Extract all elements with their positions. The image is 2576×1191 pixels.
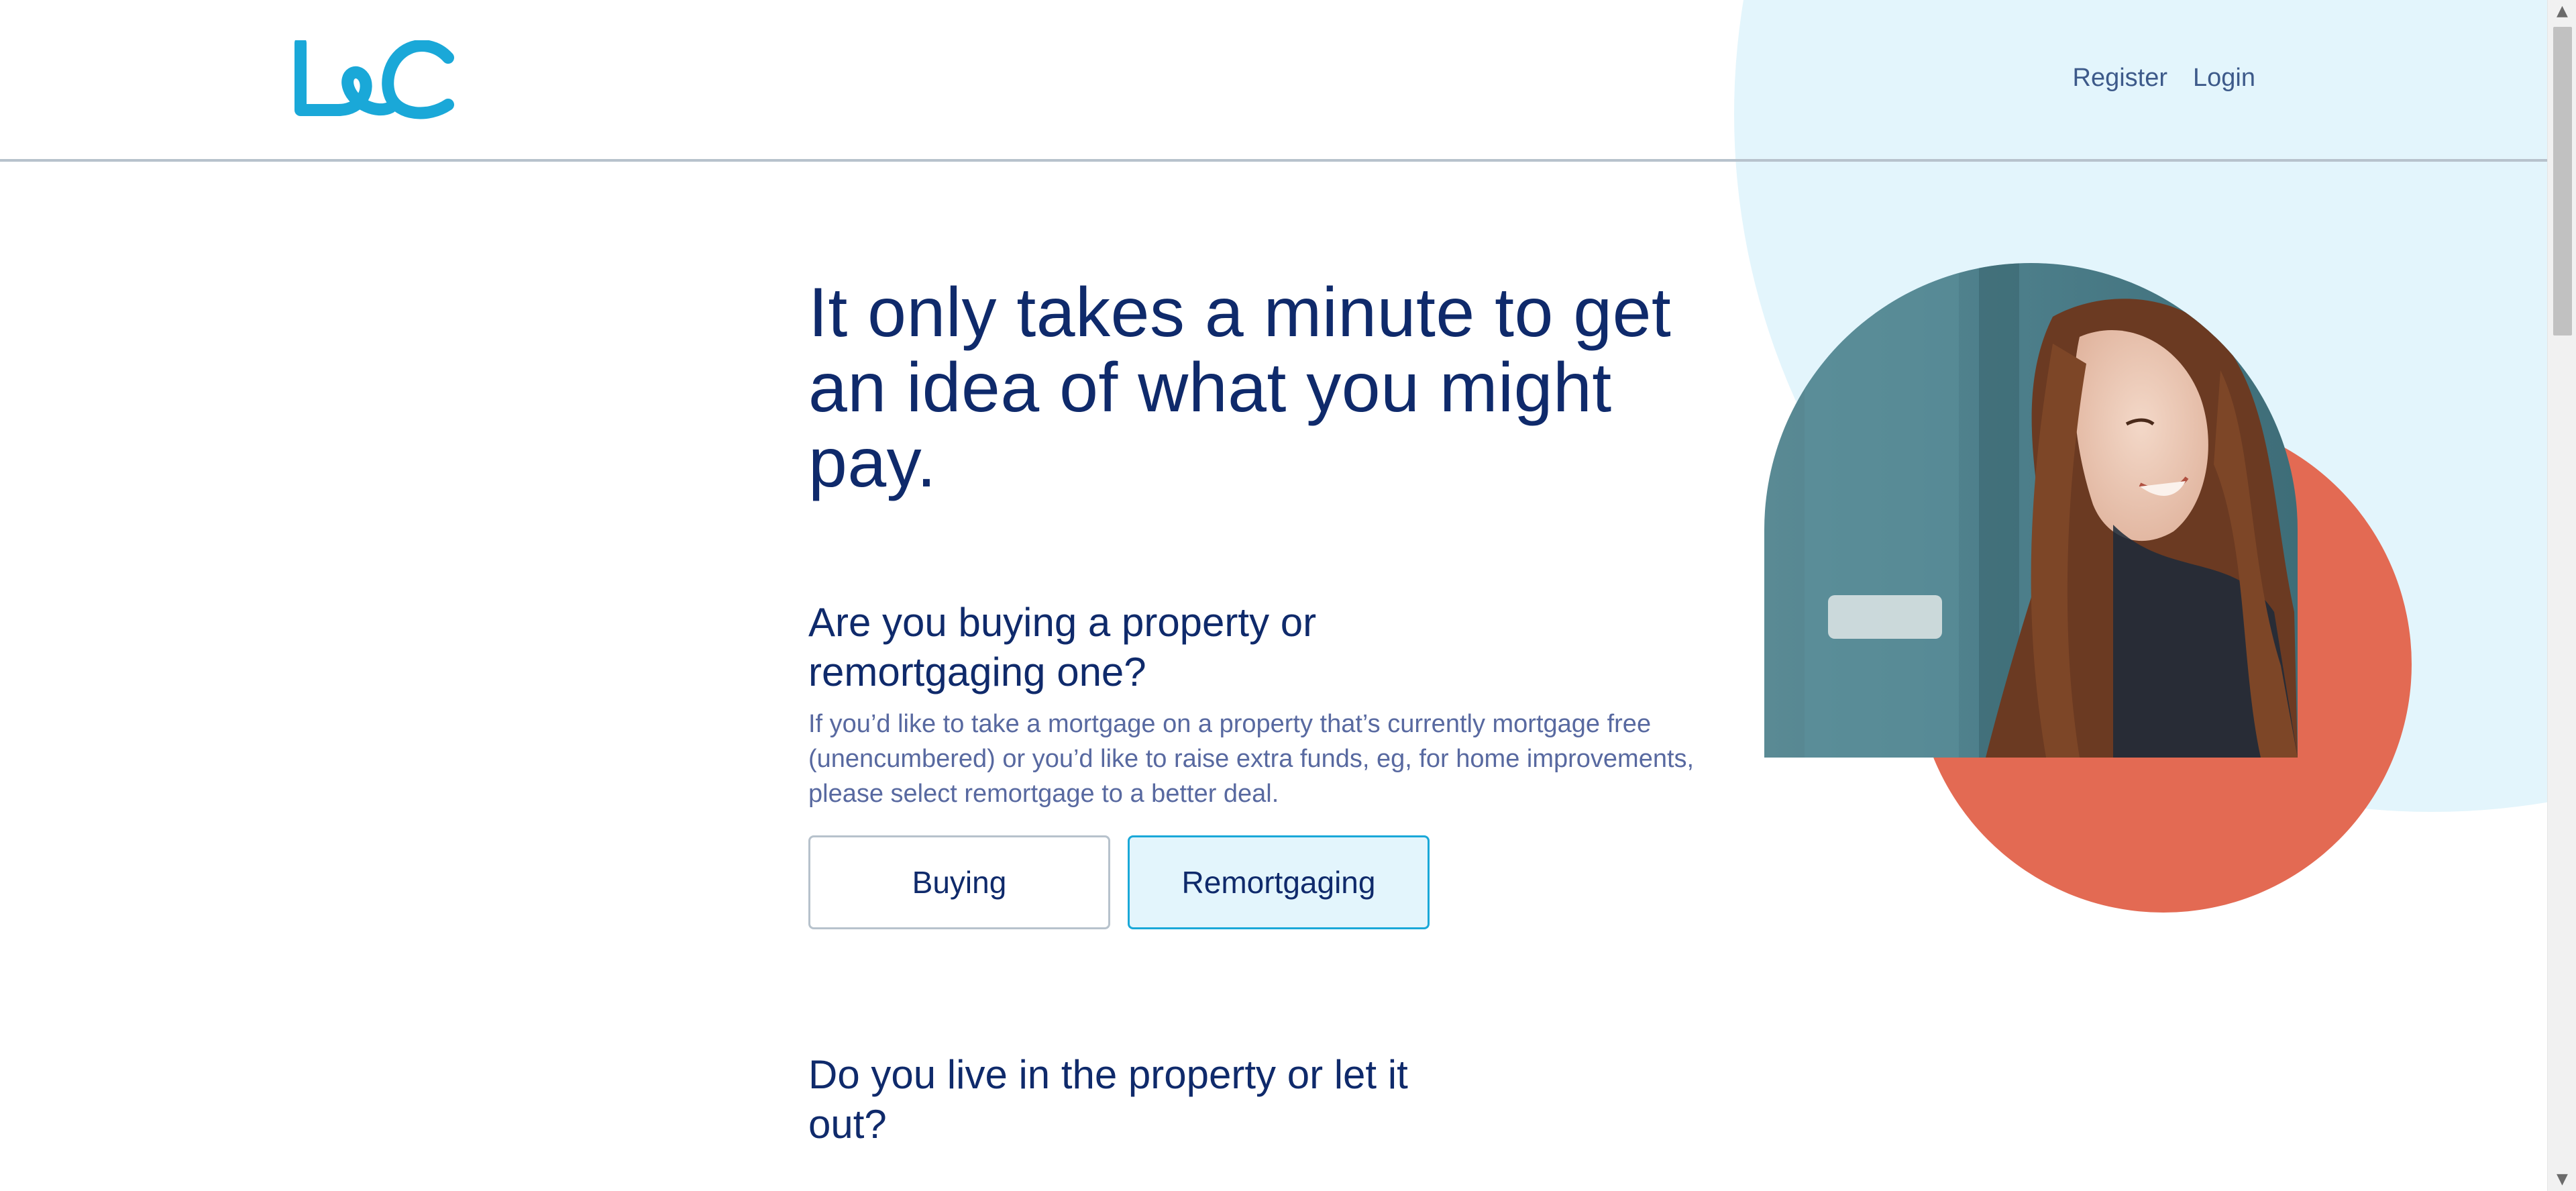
vertical-scrollbar[interactable]: ▲ ▼ <box>2547 0 2576 1191</box>
remortgaging-option-button[interactable]: Remortgaging <box>1128 835 1430 929</box>
scroll-up-arrow-icon[interactable]: ▲ <box>2548 0 2576 23</box>
page: Register Login It only takes a minute to… <box>0 0 2576 1191</box>
question-property-type-title: Are you buying a property or remortgagin… <box>808 600 1317 694</box>
buying-option-button[interactable]: Buying <box>808 835 1110 929</box>
lc-logo-icon <box>294 37 454 119</box>
property-type-options: Buying Remortgaging <box>808 835 1714 929</box>
main-content: It only takes a minute to get an idea of… <box>808 275 1714 1149</box>
register-link[interactable]: Register <box>2073 64 2168 93</box>
login-link[interactable]: Login <box>2193 64 2255 93</box>
site-header: Register Login <box>0 0 2547 162</box>
page-title: It only takes a minute to get an idea of… <box>808 274 1672 502</box>
lc-logo[interactable] <box>290 37 458 121</box>
header-nav: Register Login <box>2073 64 2255 93</box>
question-property-type-help: If you’d like to take a mortgage on a pr… <box>808 710 1695 808</box>
question-occupancy-title: Do you live in the property or let it ou… <box>808 1052 1408 1147</box>
scrollbar-thumb[interactable] <box>2553 27 2572 335</box>
scroll-down-arrow-icon[interactable]: ▼ <box>2548 1168 2576 1191</box>
